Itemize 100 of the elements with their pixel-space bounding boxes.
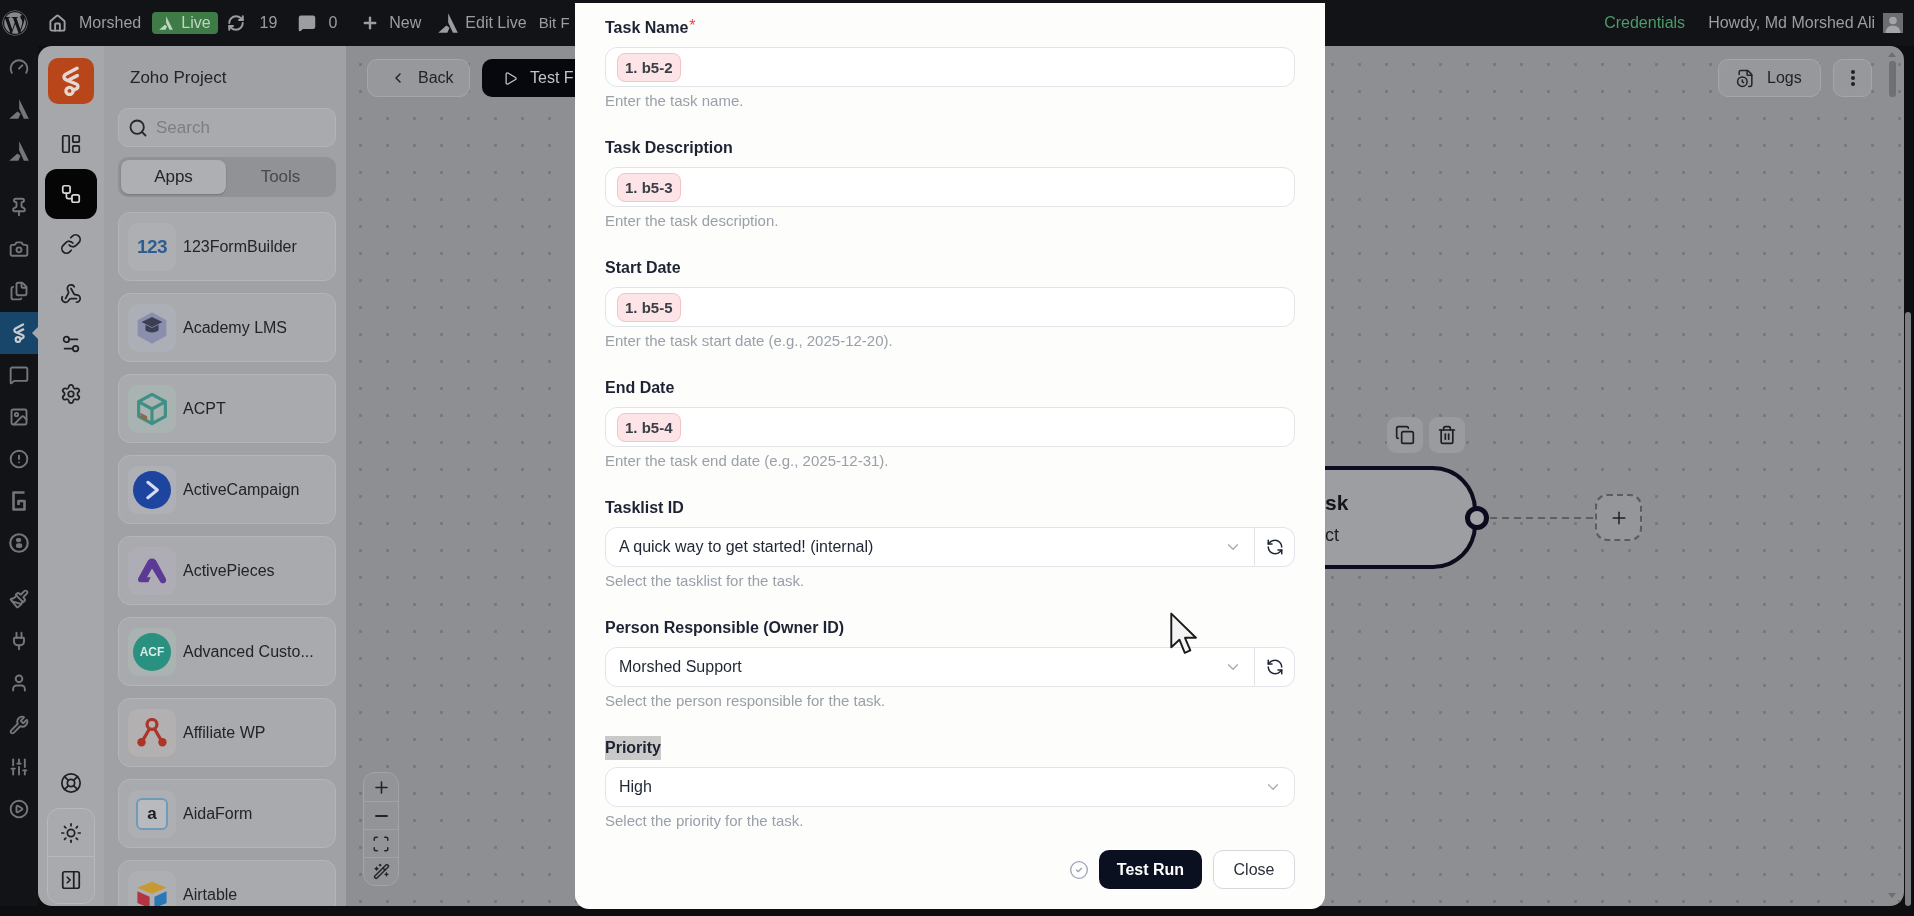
square-spiral-icon [9,491,29,511]
file-clock-icon [1736,68,1755,88]
field-label: End Date [605,378,675,398]
panel-title: Zoho Project [129,67,228,89]
plugin-menu-link[interactable]: Bit F [538,12,570,34]
app-card[interactable]: Affiliate WP [118,698,336,767]
app-card[interactable]: Academy LMS [118,293,336,362]
app-card[interactable]: ActiveCampaign [118,455,336,524]
refresh-icon [226,14,245,32]
webhook-icon [60,283,82,305]
cursor-icon [1170,612,1197,655]
paintbrush-icon [9,589,29,609]
app-card[interactable]: Airtable [118,860,336,906]
page-scrollbar-thumb[interactable] [1905,312,1911,906]
pin-icon [9,197,29,217]
tab[interactable]: Apps [121,160,226,194]
check-circle-icon [1069,859,1089,880]
colored-blocks-icon [128,870,176,906]
sun-icon [60,821,82,844]
sliders-icon [9,757,29,777]
token-chip: 1. b5-2 [617,52,681,82]
close-button[interactable]: Close [1213,850,1295,889]
comment-icon [9,365,29,385]
token-chip: 1. b5-4 [617,412,681,442]
add-node-button[interactable] [1595,494,1642,541]
ring-handle-icon[interactable] [1465,506,1489,530]
refresh-button[interactable] [1255,527,1295,567]
token-chip: 1. b5-5 [617,292,681,322]
cube-outline-icon [128,384,176,433]
search-icon [128,117,148,138]
user-icon [9,673,29,693]
token-chip: 1. b5-3 [617,172,681,202]
number-logo: 123 [128,222,176,271]
copy-button[interactable] [1387,417,1423,453]
app-card[interactable]: ACF Advanced Custo... [118,617,336,686]
help-text: Select the tasklist for the task. [605,571,806,591]
trash-icon [1437,425,1457,445]
scrollbar-thumb[interactable] [1888,61,1896,97]
workflow-icon [60,183,82,205]
select-field[interactable]: A quick way to get started! (internal) [605,527,1255,567]
select-field[interactable]: High [605,767,1295,807]
help-text: Enter the task start date (e.g., 2025-12-20). [605,331,894,351]
required-mark: * [689,16,696,36]
refresh-icon [1265,658,1284,676]
comments-link[interactable]: 0 [298,12,338,34]
image-icon [9,407,29,427]
app-card[interactable]: a AidaForm [118,779,336,848]
pages-icon [9,281,29,301]
camera-icon [9,239,29,259]
select-field[interactable]: Morshed Support [605,647,1255,687]
circle-badge-icon [9,533,29,553]
help-text: Enter the task end date (e.g., 2025-12-31). [605,451,890,471]
avatar-icon [1883,13,1903,33]
updates-link[interactable]: 19 [226,12,278,34]
lifebuoy-icon [60,772,82,794]
node-title: sk [1325,490,1349,516]
wordpress-logo-icon[interactable] [2,10,28,36]
field-label: Tasklist ID [605,498,684,518]
sliders-icon [60,333,82,355]
back-button[interactable]: Back [367,59,470,97]
input-field[interactable]: 1. b5-3 [605,167,1295,207]
edit-live-link[interactable]: Edit Live [438,12,527,34]
admin-menu-item[interactable] [0,312,38,354]
copy-icon [1395,425,1415,445]
more-button[interactable] [1833,59,1872,97]
field-label: Start Date [605,258,681,278]
node-subtitle: ct [1325,524,1339,547]
alert-icon [9,449,29,469]
logs-button[interactable]: Logs [1718,59,1821,97]
circle-logo: ACF [128,627,176,676]
account-link[interactable]: Howdy, Md Morshed Ali [1708,12,1903,34]
refresh-button[interactable] [1255,647,1295,687]
new-link[interactable]: New [361,12,422,34]
app-card[interactable]: 123 123FormBuilder [118,212,336,281]
home-icon [48,13,67,33]
app-card[interactable]: ActivePieces [118,536,336,605]
help-text: Enter the task description. [605,211,780,231]
test-button[interactable]: Test F [482,59,575,97]
input-field[interactable]: 1. b5-5 [605,287,1295,327]
delete-button[interactable] [1429,417,1465,453]
test-run-button[interactable]: Test Run [1099,850,1202,889]
input-field[interactable]: 1. b5-4 [605,407,1295,447]
loop-logo-icon[interactable] [48,58,94,104]
settings-icon [60,383,82,405]
triangle-logo-icon [159,16,174,30]
triangle-logo-icon [438,13,459,33]
app-card[interactable]: ACPT [118,374,336,443]
wrench-icon [9,715,29,735]
peak-shape-icon [128,546,176,595]
site-link[interactable]: Morshed [48,12,142,34]
rail-button[interactable] [45,169,97,219]
play-circle-icon [9,799,29,819]
layout-icon [60,133,82,155]
network-icon [128,708,176,757]
refresh-icon [1265,538,1284,556]
credentials-link[interactable]: Credentials [1604,12,1686,34]
minus-icon [374,814,388,817]
flow-node[interactable]: sk ct [1322,466,1477,569]
frame-corners-icon [372,834,390,853]
input-field[interactable]: 1. b5-2 [605,47,1295,87]
